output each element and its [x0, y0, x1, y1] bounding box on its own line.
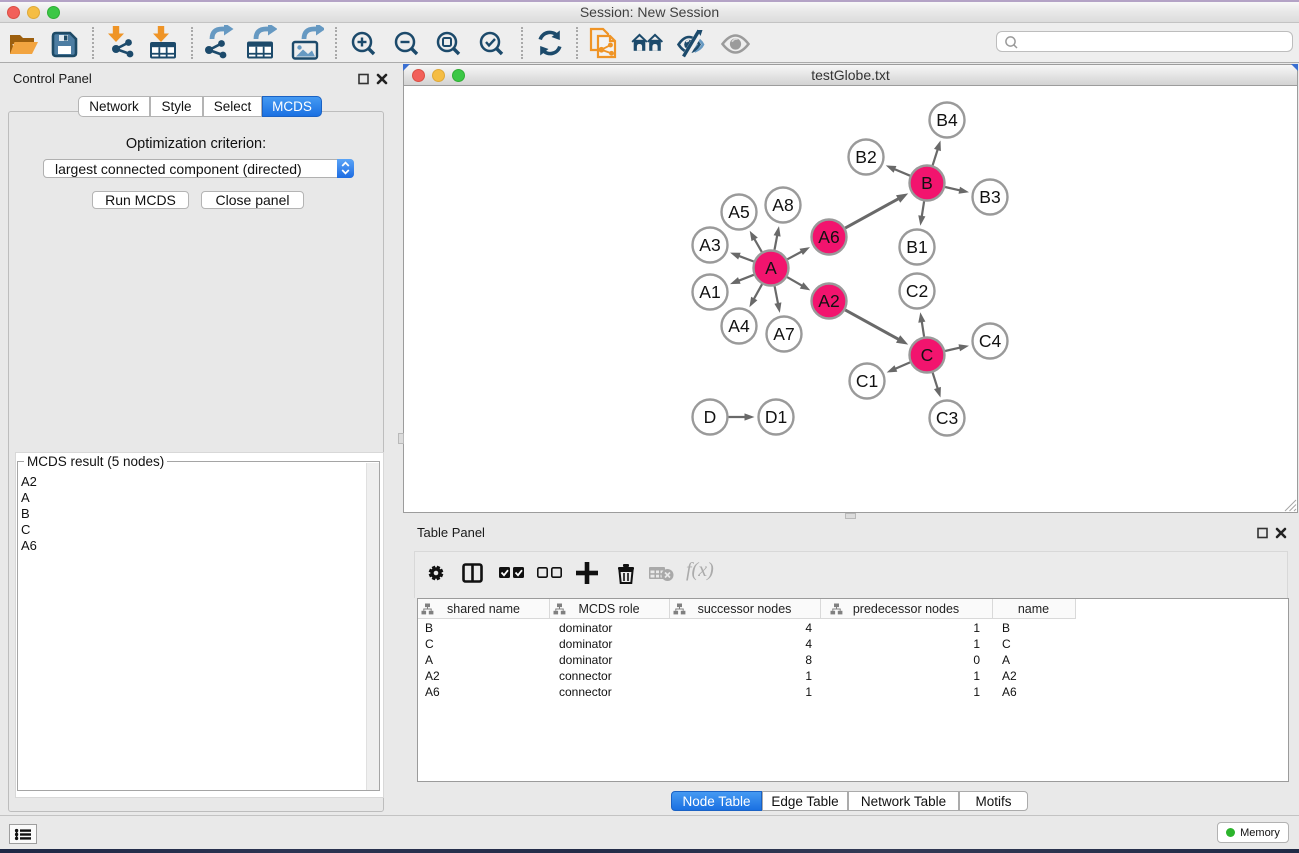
svg-text:D1: D1 — [765, 407, 787, 427]
svg-text:A5: A5 — [728, 202, 749, 222]
svg-text:B1: B1 — [906, 237, 927, 257]
svg-text:A2: A2 — [818, 291, 839, 311]
svg-text:D: D — [704, 407, 717, 427]
svg-text:A3: A3 — [699, 235, 720, 255]
svg-text:A: A — [765, 258, 777, 278]
svg-text:B2: B2 — [855, 147, 876, 167]
svg-text:C3: C3 — [936, 408, 958, 428]
svg-text:B: B — [921, 173, 933, 193]
svg-text:C: C — [921, 345, 934, 365]
svg-text:A4: A4 — [728, 316, 750, 336]
svg-text:A8: A8 — [772, 195, 793, 215]
svg-text:C2: C2 — [906, 281, 928, 301]
svg-text:A1: A1 — [699, 282, 720, 302]
svg-text:C4: C4 — [979, 331, 1002, 351]
svg-text:A6: A6 — [818, 227, 839, 247]
svg-text:C1: C1 — [856, 371, 878, 391]
svg-text:B3: B3 — [979, 187, 1000, 207]
svg-text:B4: B4 — [936, 110, 958, 130]
svg-text:A7: A7 — [773, 324, 794, 344]
